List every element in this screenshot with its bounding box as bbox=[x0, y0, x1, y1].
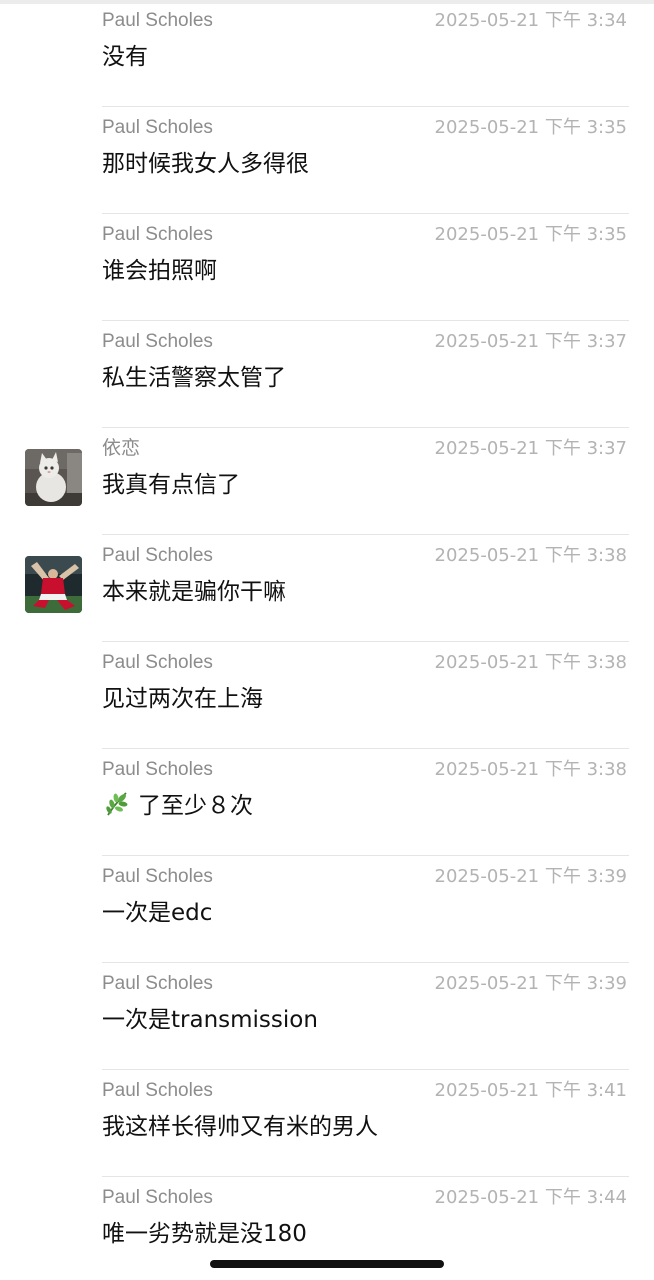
chat-history-screen: Paul Scholes 2025-05-21 下午 3:34 没有 Paul … bbox=[0, 0, 654, 1280]
message-time: 2025-05-21 下午 3:38 bbox=[434, 759, 627, 780]
sender-name: Paul Scholes bbox=[102, 652, 213, 673]
sender-name: Paul Scholes bbox=[102, 866, 213, 887]
sender-name: Paul Scholes bbox=[102, 1187, 213, 1208]
sender-name: Paul Scholes bbox=[102, 224, 213, 245]
message-time: 2025-05-21 下午 3:38 bbox=[434, 652, 627, 673]
herb-leaf-icon bbox=[102, 789, 132, 819]
sender-name: Paul Scholes bbox=[102, 759, 213, 780]
message-time: 2025-05-21 下午 3:44 bbox=[434, 1187, 627, 1208]
message-time: 2025-05-21 下午 3:38 bbox=[434, 545, 627, 566]
message-text: 谁会拍照啊 bbox=[102, 258, 217, 284]
message-time: 2025-05-21 下午 3:39 bbox=[434, 866, 627, 887]
sender-name: Paul Scholes bbox=[102, 545, 213, 566]
message-item[interactable]: Paul Scholes 2025-05-21 下午 3:35 那时候我女人多得… bbox=[0, 107, 654, 214]
message-item[interactable]: 依恋 2025-05-21 下午 3:37 我真有点信了 bbox=[0, 428, 654, 535]
message-time: 2025-05-21 下午 3:37 bbox=[434, 438, 627, 459]
message-text: 我真有点信了 bbox=[102, 472, 240, 498]
cat-avatar[interactable] bbox=[25, 449, 82, 506]
message-time: 2025-05-21 下午 3:39 bbox=[434, 973, 627, 994]
message-text: 没有 bbox=[102, 44, 148, 70]
message-time: 2025-05-21 下午 3:41 bbox=[434, 1080, 627, 1101]
message-item[interactable]: Paul Scholes 2025-05-21 下午 3:34 没有 bbox=[0, 0, 654, 107]
sender-name: Paul Scholes bbox=[102, 10, 213, 31]
message-time: 2025-05-21 下午 3:35 bbox=[434, 224, 627, 245]
message-text: 了至少８次 bbox=[138, 793, 253, 819]
sender-name: 依恋 bbox=[102, 438, 141, 459]
message-text: 本来就是骗你干嘛 bbox=[102, 579, 286, 605]
message-time: 2025-05-21 下午 3:35 bbox=[434, 117, 627, 138]
message-text: 私生活警察太管了 bbox=[102, 365, 286, 391]
sender-name: Paul Scholes bbox=[102, 331, 213, 352]
cat-avatar-image bbox=[25, 449, 82, 506]
message-text: 一次是transmission bbox=[102, 1007, 318, 1033]
message-item[interactable]: Paul Scholes 2025-05-21 下午 3:35 谁会拍照啊 bbox=[0, 214, 654, 321]
message-text-with-emoji: 了至少８次 bbox=[102, 789, 253, 823]
sender-name: Paul Scholes bbox=[102, 117, 213, 138]
message-text: 见过两次在上海 bbox=[102, 686, 263, 712]
message-time: 2025-05-21 下午 3:37 bbox=[434, 331, 627, 352]
message-item[interactable]: Paul Scholes 2025-05-21 下午 3:38 了至少８次 bbox=[0, 749, 654, 856]
message-item[interactable]: Paul Scholes 2025-05-21 下午 3:39 一次是trans… bbox=[0, 963, 654, 1070]
sender-name: Paul Scholes bbox=[102, 973, 213, 994]
message-time: 2025-05-21 下午 3:34 bbox=[434, 10, 627, 31]
message-text: 一次是edc bbox=[102, 900, 213, 926]
message-text: 我这样长得帅又有米的男人 bbox=[102, 1114, 378, 1140]
football-player-avatar-image bbox=[25, 556, 82, 613]
message-item[interactable]: Paul Scholes 2025-05-21 下午 3:39 一次是edc bbox=[0, 856, 654, 963]
message-text: 唯一劣势就是没180 bbox=[102, 1221, 307, 1247]
message-text: 那时候我女人多得很 bbox=[102, 151, 309, 177]
message-item[interactable]: Paul Scholes 2025-05-21 下午 3:37 私生活警察太管了 bbox=[0, 321, 654, 428]
message-item[interactable]: Paul Scholes 2025-05-21 下午 3:38 本来就是骗你干嘛 bbox=[0, 535, 654, 642]
message-item[interactable]: Paul Scholes 2025-05-21 下午 3:41 我这样长得帅又有… bbox=[0, 1070, 654, 1177]
football-player-avatar[interactable] bbox=[25, 556, 82, 613]
message-item[interactable]: Paul Scholes 2025-05-21 下午 3:38 见过两次在上海 bbox=[0, 642, 654, 749]
sender-name: Paul Scholes bbox=[102, 1080, 213, 1101]
home-indicator[interactable] bbox=[210, 1260, 444, 1268]
